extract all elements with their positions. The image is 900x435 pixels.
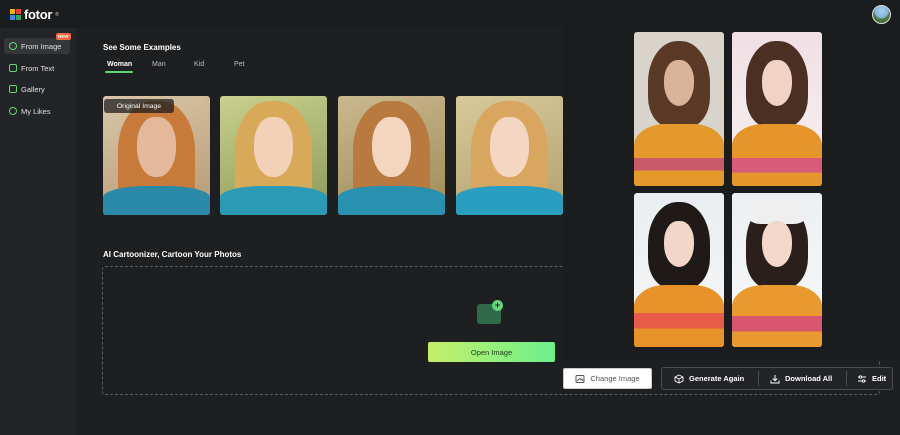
tab-kid[interactable]: Kid — [194, 61, 204, 68]
logo-mark-icon — [10, 9, 21, 20]
user-avatar[interactable] — [872, 5, 891, 24]
brand-name: fotor — [24, 7, 53, 22]
top-bar: fotor ® — [0, 0, 900, 28]
example-result-1[interactable] — [220, 96, 327, 215]
gallery-icon — [9, 85, 17, 93]
generate-again-label: Generate Again — [689, 374, 745, 383]
sidebar-item-label: From Text — [21, 63, 55, 73]
result-image-4[interactable] — [732, 193, 822, 347]
tab-man[interactable]: Man — [152, 61, 166, 68]
result-image-1[interactable] — [634, 32, 724, 186]
new-badge: NEW — [56, 33, 71, 40]
cube-icon — [674, 373, 684, 384]
edit-button[interactable]: Edit — [857, 368, 886, 389]
active-tab-indicator — [105, 71, 133, 73]
add-image-icon: + — [473, 300, 505, 328]
image-icon — [9, 42, 17, 50]
sidebar-item-gallery[interactable]: Gallery — [4, 81, 70, 97]
example-original-image[interactable] — [103, 96, 210, 215]
tab-pet[interactable]: Pet — [234, 61, 245, 68]
sidebar-item-from-text[interactable]: From Text — [4, 60, 70, 76]
edit-label: Edit — [872, 374, 887, 383]
generate-again-button[interactable]: Generate Again — [674, 368, 744, 389]
sliders-icon — [858, 374, 866, 383]
result-image-2[interactable] — [732, 32, 822, 186]
registered-mark: ® — [55, 11, 59, 18]
sidebar-item-label: My Likes — [21, 106, 51, 116]
tab-woman[interactable]: Woman — [107, 61, 132, 68]
original-image-badge: Original Image — [104, 99, 174, 113]
example-result-2[interactable] — [338, 96, 445, 215]
sidebar-item-label: From Image — [21, 41, 62, 51]
change-image-label: Change Image — [590, 374, 640, 383]
download-icon — [770, 374, 780, 383]
sidebar-item-my-likes[interactable]: My Likes — [4, 103, 70, 119]
fotor-logo[interactable]: fotor ® — [10, 7, 59, 22]
result-actions-bar: Generate Again Download All Edit — [661, 367, 893, 390]
examples-title: See Some Examples — [103, 43, 181, 52]
change-image-button[interactable]: Change Image — [563, 368, 652, 389]
sidebar: From Image NEW From Text Gallery My Like… — [0, 28, 76, 435]
change-image-icon — [575, 374, 585, 383]
example-result-3[interactable] — [456, 96, 563, 215]
text-icon — [9, 64, 17, 72]
upload-title: AI Cartoonizer, Cartoon Your Photos — [103, 250, 242, 259]
heart-icon — [9, 107, 17, 115]
sidebar-item-label: Gallery — [21, 84, 45, 94]
download-all-label: Download All — [785, 374, 833, 383]
download-all-button[interactable]: Download All — [770, 368, 832, 389]
sidebar-item-from-image[interactable]: From Image — [4, 38, 70, 54]
open-image-button[interactable]: Open Image — [428, 342, 555, 362]
result-image-3[interactable] — [634, 193, 724, 347]
